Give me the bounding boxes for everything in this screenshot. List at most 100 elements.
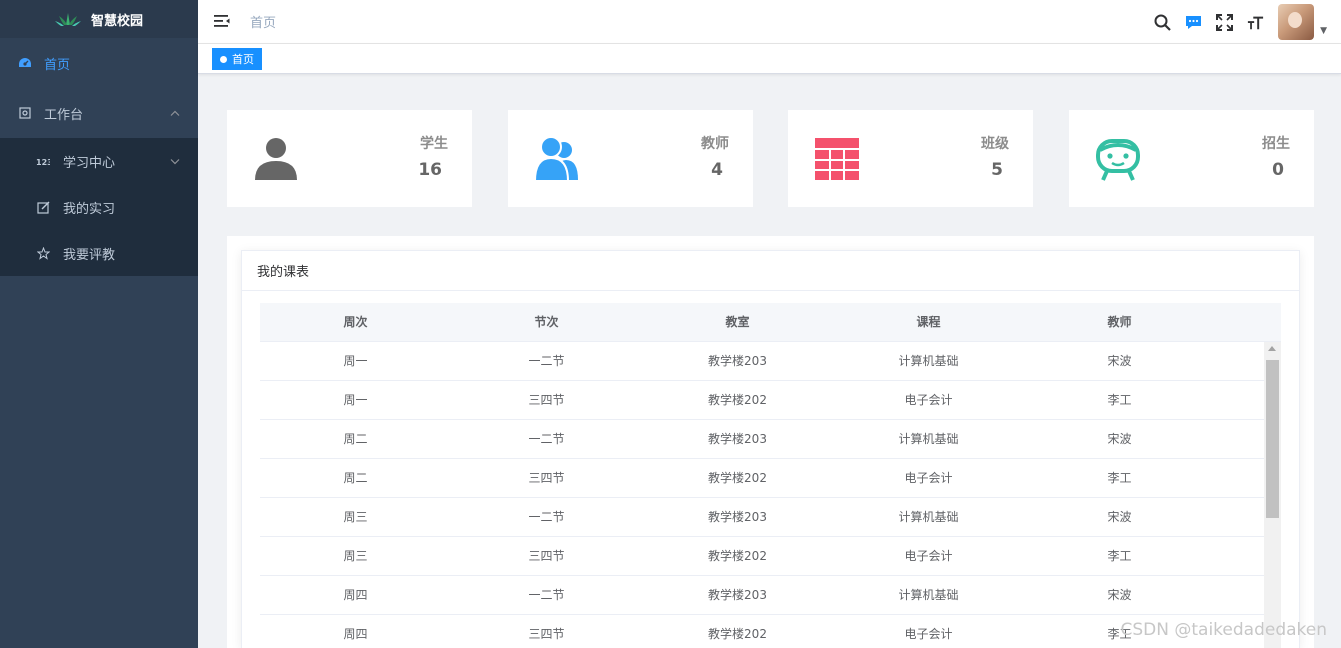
table-cell: 三四节	[528, 549, 565, 563]
stat-label: 学生	[420, 136, 448, 152]
table-cell: 教学楼203	[708, 354, 767, 368]
table-cell: 教学楼202	[708, 393, 767, 407]
sidebar-item-evaluate[interactable]: 我要评教	[0, 230, 198, 276]
table-row[interactable]: 周一 一二节 教学楼203 计算机基础 宋波	[260, 342, 1264, 381]
table-cell: 一二节	[528, 510, 565, 524]
stat-card-classes[interactable]: 班级 5	[788, 110, 1033, 207]
column-header-week[interactable]: 周次	[260, 303, 451, 341]
schedule-card: 我的课表 周次 节次 教室 课程 教师 周一 一二节 教学楼203 计算机基础 宋波 周一…	[241, 250, 1300, 648]
table-cell: 李工	[1107, 393, 1132, 407]
stat-value: 4	[711, 160, 723, 180]
table-cell: 电子会计	[904, 471, 953, 485]
table-row[interactable]: 周四 一二节 教学楼203 计算机基础 宋波	[260, 576, 1264, 615]
tag-active-dot	[220, 55, 227, 63]
table-cell: 周三	[343, 510, 368, 524]
table-cell: 周二	[343, 471, 368, 485]
table-cell: 周一	[343, 393, 368, 407]
student-icon	[255, 138, 297, 180]
search-icon[interactable]	[1154, 14, 1171, 31]
table-cell: 三四节	[528, 471, 565, 485]
table-cell: 教学楼202	[708, 627, 767, 641]
table-cell: 一二节	[528, 354, 565, 368]
table-cell: 李工	[1107, 549, 1132, 563]
table-cell: 电子会计	[904, 549, 953, 563]
stat-card-enrollment[interactable]: 招生 0	[1069, 110, 1314, 207]
table-row[interactable]: 周二 三四节 教学楼202 电子会计 李工	[260, 459, 1264, 498]
table-row[interactable]: 周一 三四节 教学楼202 电子会计 李工	[260, 381, 1264, 420]
table-cell: 一二节	[528, 432, 565, 446]
sidebar-item-study-center[interactable]: 123 学习中心	[0, 138, 198, 184]
star-icon	[36, 246, 50, 260]
stat-label: 招生	[1262, 136, 1290, 152]
class-grid-icon	[815, 138, 859, 180]
stat-card-students[interactable]: 学生 16	[227, 110, 472, 207]
logo-icon	[54, 13, 81, 26]
stat-label: 班级	[981, 136, 1009, 152]
watermark: CSDN @taikedadedaken	[1120, 620, 1327, 640]
teachers-icon	[534, 136, 578, 182]
workbench-icon	[18, 106, 32, 120]
table-cell: 教学楼203	[708, 588, 767, 602]
sidebar-item-my-internship[interactable]: 我的实习	[0, 184, 198, 230]
avatar[interactable]	[1278, 4, 1315, 40]
schedule-title: 我的课表	[242, 251, 1299, 291]
breadcrumb[interactable]: 首页	[250, 12, 276, 31]
scroll-up-arrow-icon[interactable]	[1268, 346, 1276, 351]
table-cell: 宋波	[1107, 588, 1132, 602]
scroll-thumb[interactable]	[1266, 360, 1279, 518]
table-cell: 宋波	[1107, 432, 1132, 446]
edit-icon	[36, 200, 50, 214]
column-header-period[interactable]: 节次	[451, 303, 642, 341]
table-cell: 宋波	[1107, 510, 1132, 524]
tag-home[interactable]: 首页	[212, 48, 262, 70]
fullscreen-icon[interactable]	[1216, 13, 1234, 31]
logo[interactable]: 智慧校园	[0, 0, 198, 38]
table-cell: 三四节	[528, 627, 565, 641]
caret-down-icon[interactable]: ▼	[1320, 26, 1327, 36]
sidebar-item-label: 我要评教	[63, 247, 116, 263]
column-header-classroom[interactable]: 教室	[642, 303, 833, 341]
table-cell: 计算机基础	[898, 510, 959, 524]
font-size-icon[interactable]	[1247, 14, 1264, 31]
message-icon[interactable]	[1185, 14, 1202, 31]
tags-view: 首页	[198, 44, 1341, 74]
table-cell: 三四节	[528, 393, 565, 407]
sidebar-item-workbench[interactable]: 工作台	[0, 88, 198, 138]
stat-label: 教师	[701, 136, 729, 152]
table-cell: 计算机基础	[898, 432, 959, 446]
table-row[interactable]: 周三 三四节 教学楼202 电子会计 李工	[260, 537, 1264, 576]
table-cell: 教学楼203	[708, 510, 767, 524]
chevron-up-icon	[170, 106, 180, 121]
table-cell: 周四	[343, 588, 368, 602]
chevron-down-icon	[170, 154, 180, 169]
sidebar-item-home[interactable]: 首页	[0, 38, 198, 88]
stat-card-teachers[interactable]: 教师 4	[508, 110, 753, 207]
table-cell: 电子会计	[904, 393, 953, 407]
table-cell: 计算机基础	[898, 588, 959, 602]
workbench-submenu: 123 学习中心 我的实习 我要评教	[0, 138, 198, 276]
table-body[interactable]: 周一 一二节 教学楼203 计算机基础 宋波 周一 三四节 教学楼202 电子会计 李工 周二 一二节…	[260, 342, 1264, 648]
table-cell: 周一	[343, 354, 368, 368]
table-cell: 教学楼202	[708, 549, 767, 563]
hamburger-icon[interactable]	[214, 14, 230, 30]
sidebar: 智慧校园 首页 工作台 123 学习中心 我的实习 我要评教	[0, 0, 198, 648]
schedule-table: 周次 节次 教室 课程 教师 周一 一二节 教学楼203 计算机基础 宋波 周一 三四节 教学…	[260, 303, 1281, 648]
table-row[interactable]: 周四 三四节 教学楼202 电子会计 李工	[260, 615, 1264, 648]
column-header-course[interactable]: 课程	[833, 303, 1024, 341]
table-scrollbar[interactable]	[1264, 342, 1281, 648]
table-cell: 周三	[343, 549, 368, 563]
enrollment-robot-icon	[1096, 139, 1140, 181]
column-header-teacher[interactable]: 教师	[1024, 303, 1215, 341]
table-row[interactable]: 周三 一二节 教学楼203 计算机基础 宋波	[260, 498, 1264, 537]
table-cell: 宋波	[1107, 354, 1132, 368]
table-cell: 一二节	[528, 588, 565, 602]
stat-value: 0	[1272, 160, 1284, 180]
table-cell: 计算机基础	[898, 354, 959, 368]
table-row[interactable]: 周二 一二节 教学楼203 计算机基础 宋波	[260, 420, 1264, 459]
table-cell: 李工	[1107, 471, 1132, 485]
table-cell: 周四	[343, 627, 368, 641]
stat-value: 16	[418, 160, 442, 180]
table-cell: 教学楼202	[708, 471, 767, 485]
sidebar-item-label: 我的实习	[63, 201, 116, 217]
logo-text: 智慧校园	[90, 13, 143, 29]
